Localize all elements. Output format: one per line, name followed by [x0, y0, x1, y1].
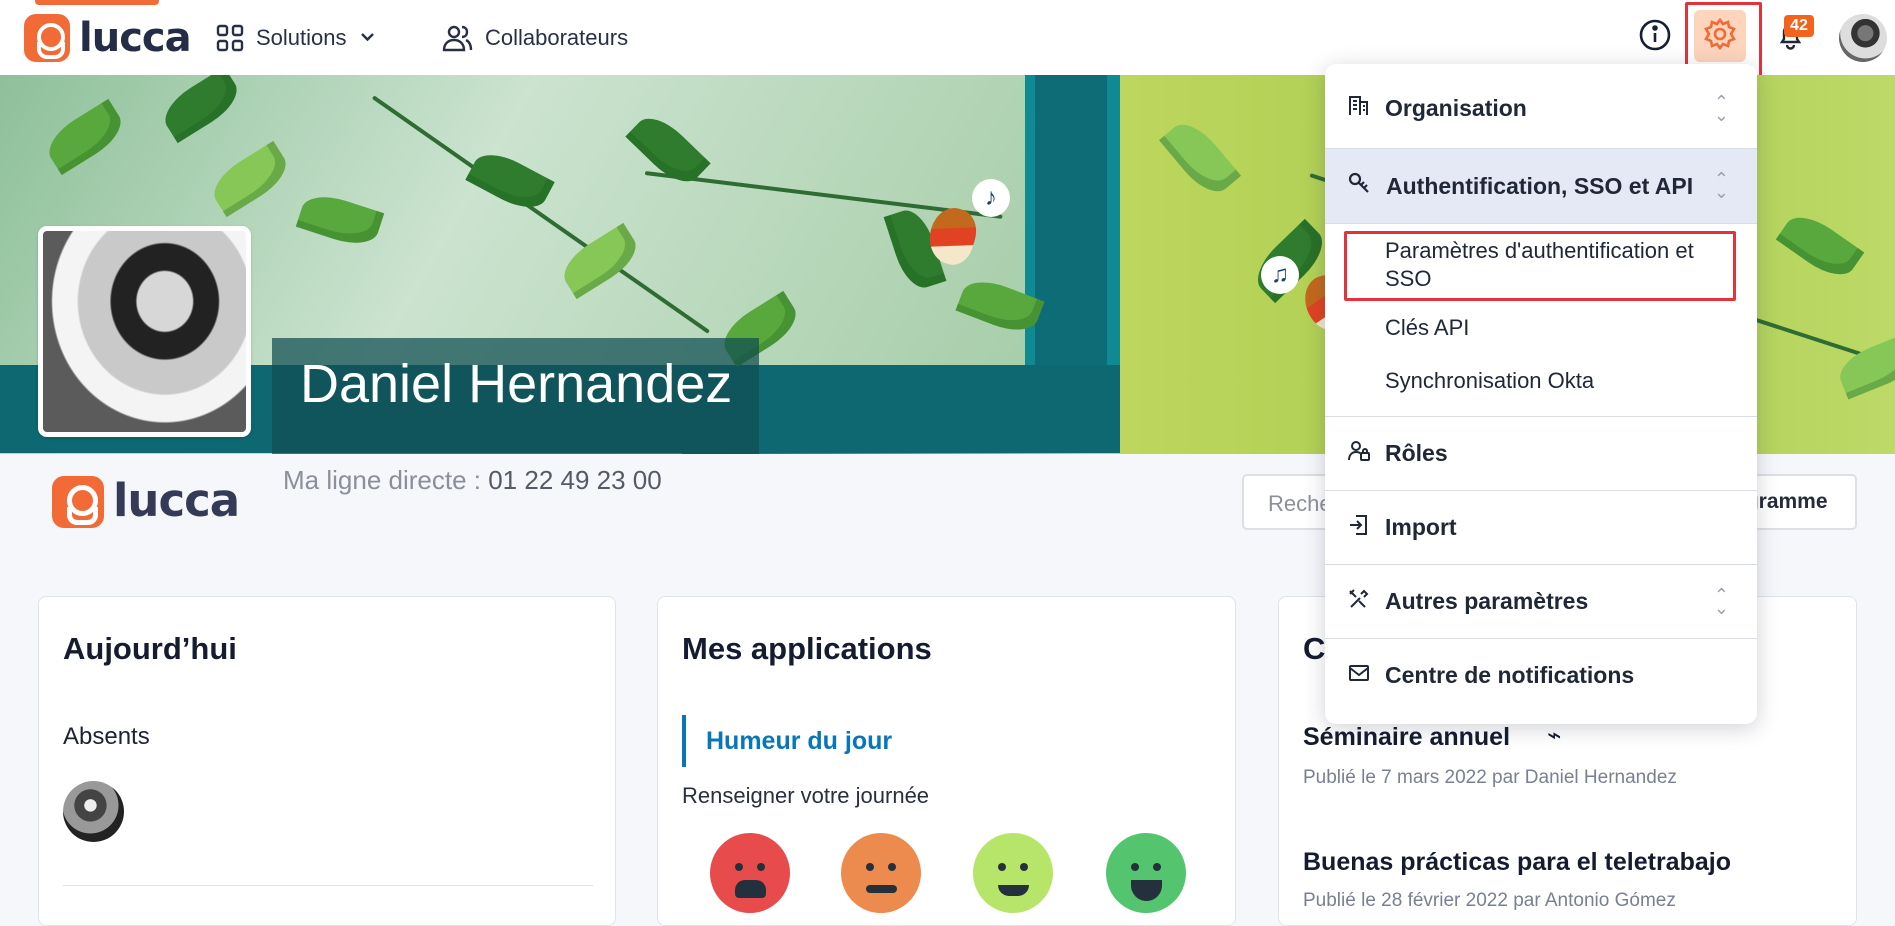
- company-logo-text: lucca: [113, 474, 240, 527]
- window-frame-post-shadow: [1035, 75, 1107, 375]
- info-button[interactable]: [1635, 17, 1675, 57]
- music-note-icon: ♫: [1261, 256, 1299, 294]
- leaf-decoration: [1833, 332, 1895, 400]
- mail-icon: [1347, 661, 1371, 691]
- authentication-sso-api-menu-item[interactable]: Authentification, SSO et API ⌃ ⌄: [1325, 149, 1757, 223]
- leaf-decoration: [1775, 206, 1865, 286]
- lucca-logo-icon[interactable]: [24, 14, 70, 62]
- angry-mood-button[interactable]: [710, 833, 790, 913]
- news-title: C: [1303, 631, 1326, 666]
- expand-collapse-icon: ⌃ ⌄: [1713, 584, 1729, 618]
- solutions-menu-button[interactable]: Solutions: [216, 23, 376, 53]
- import-icon: [1347, 513, 1371, 543]
- people-icon: [442, 23, 473, 54]
- news-item-title[interactable]: Buenas prácticas para el teletrabajo: [1303, 848, 1731, 877]
- info-icon: [1638, 18, 1672, 57]
- user-lock-icon: [1347, 439, 1371, 469]
- profile-name: Daniel Hernandez: [300, 354, 733, 414]
- organisation-label: Organisation: [1385, 95, 1527, 121]
- organisation-menu-item[interactable]: Organisation ⌃ ⌄: [1325, 79, 1757, 138]
- music-note-icon: ♪: [972, 179, 1010, 217]
- today-card: Aujourd’hui Absents: [38, 596, 616, 926]
- notification-count-badge: 42: [1784, 15, 1814, 37]
- applications-card: Mes applications Humeur du jour Renseign…: [657, 596, 1236, 926]
- collaborators-nav-link[interactable]: Collaborateurs: [442, 23, 628, 53]
- user-avatar[interactable]: [1839, 14, 1887, 62]
- absent-user-avatar[interactable]: [63, 781, 124, 842]
- direct-line-value: 01 22 49 23 00: [488, 465, 662, 495]
- import-label: Import: [1385, 514, 1457, 540]
- other-settings-label: Autres paramètres: [1385, 588, 1589, 614]
- roles-menu-item[interactable]: Rôles: [1325, 417, 1757, 490]
- card-divider: [63, 885, 593, 886]
- authentication-sso-api-label: Authentification, SSO et API: [1386, 172, 1694, 199]
- company-logo: lucca: [52, 474, 240, 532]
- other-settings-menu-item[interactable]: Autres paramètres ⌃ ⌄: [1325, 565, 1757, 638]
- import-menu-item[interactable]: Import: [1325, 491, 1757, 564]
- brand-accent-bar: [35, 0, 159, 5]
- authentication-settings-highlight-frame: [1344, 231, 1736, 301]
- collaborators-label: Collaborateurs: [485, 25, 629, 50]
- company-logo-mark-icon: [52, 476, 104, 528]
- unhappy-mood-button[interactable]: [841, 833, 921, 913]
- absent-label: Absents: [63, 723, 150, 750]
- mood-subtitle: Renseigner votre journée: [682, 783, 930, 808]
- profile-photo: [38, 226, 251, 437]
- notification-center-label: Centre de notifications: [1385, 662, 1635, 688]
- news-item-meta: Publié le 7 mars 2022 par Daniel Hernand…: [1303, 767, 1677, 788]
- content-mood-button[interactable]: [973, 833, 1053, 913]
- roles-label: Rôles: [1385, 440, 1448, 466]
- menu-separator: [1325, 223, 1757, 224]
- api-keys-link[interactable]: Clés API: [1385, 314, 1745, 342]
- happy-mood-button[interactable]: [1106, 833, 1186, 913]
- news-item-title[interactable]: Séminaire annuel: [1303, 723, 1510, 752]
- leaf-decoration: [1158, 114, 1242, 202]
- direct-line-label: Ma ligne directe :: [283, 465, 481, 495]
- key-icon: [1347, 171, 1372, 202]
- settings-dropdown-menu: Organisation ⌃ ⌄ Authentification, SSO et…: [1325, 64, 1757, 724]
- notification-center-menu-item[interactable]: Centre de notifications: [1325, 639, 1757, 712]
- today-title: Aujourd’hui: [63, 631, 237, 666]
- solutions-label: Solutions: [256, 25, 347, 50]
- tools-icon: [1347, 587, 1371, 617]
- apps-grid-icon: [216, 24, 244, 52]
- news-item-meta: Publié le 28 février 2022 par Antonio Gó…: [1303, 890, 1676, 911]
- paperclip-icon: ⌁: [1547, 722, 1562, 749]
- chevron-down-icon: [359, 25, 376, 51]
- brand-logo-text[interactable]: lucca: [79, 15, 192, 61]
- expand-collapse-icon: ⌃ ⌄: [1713, 91, 1729, 125]
- okta-sync-link[interactable]: Synchronisation Okta: [1385, 367, 1745, 395]
- building-icon: [1347, 94, 1371, 124]
- direct-line-info: Ma ligne directe : 01 22 49 23 00: [283, 465, 662, 496]
- mood-of-day-link[interactable]: Humeur du jour: [682, 715, 892, 767]
- applications-title: Mes applications: [682, 631, 932, 666]
- collapse-icon: ⌃ ⌄: [1713, 169, 1729, 202]
